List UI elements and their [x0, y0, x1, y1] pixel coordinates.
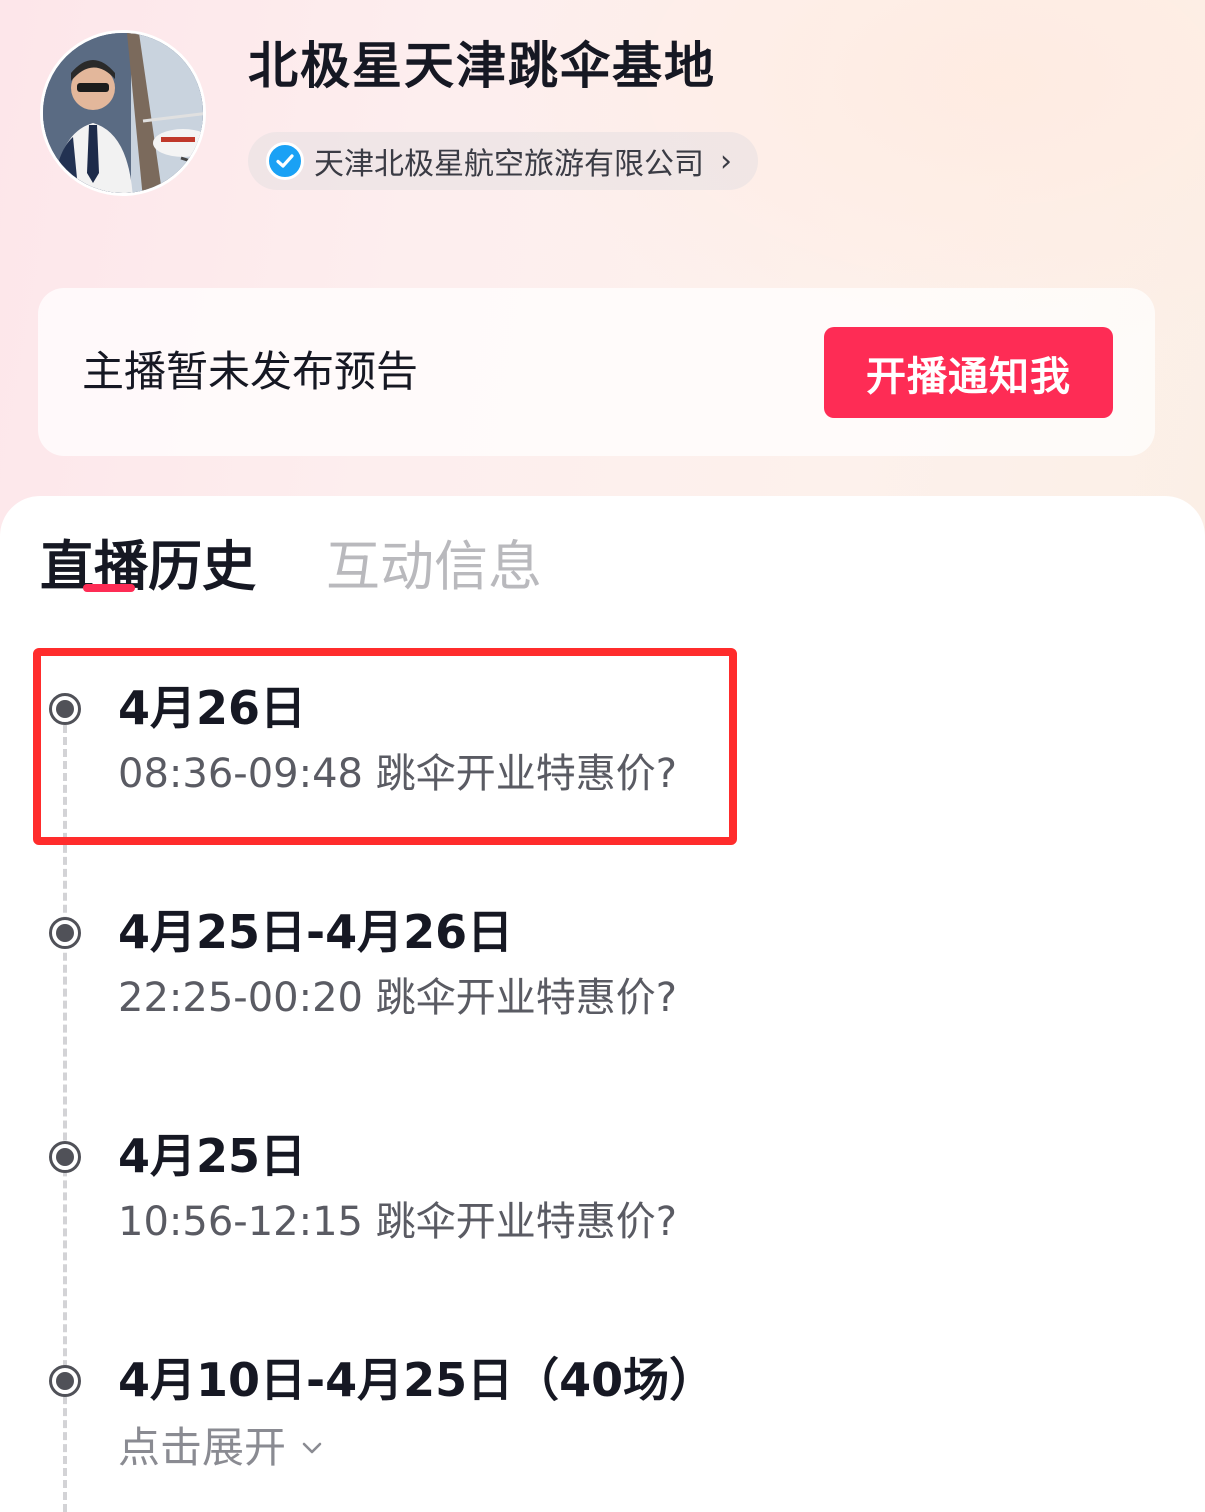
- tab-interaction-info[interactable]: 互动信息: [326, 532, 542, 602]
- notice-text: 主播暂未发布预告: [82, 347, 419, 396]
- org-link[interactable]: 天津北极星航空旅游有限公司 ›: [248, 132, 758, 190]
- highlight-annotation-box: [33, 648, 737, 845]
- timeline-dot-icon: [49, 1365, 81, 1397]
- tab-live-history[interactable]: 直播历史: [40, 532, 256, 602]
- history-desc: 10:56-12:15 跳伞开业特惠价?: [118, 1199, 677, 1245]
- history-date: 4月25日-4月26日: [118, 905, 514, 959]
- chevron-down-icon: [302, 1442, 322, 1454]
- history-date: 4月25日: [118, 1129, 307, 1183]
- timeline-dot-icon: [49, 1141, 81, 1173]
- profile-title: 北极星天津跳伞基地: [248, 37, 716, 95]
- expand-link[interactable]: 点击展开: [118, 1420, 324, 1476]
- history-desc: 22:25-00:20 跳伞开业特惠价?: [118, 975, 677, 1021]
- live-notice-card: 主播暂未发布预告 开播通知我: [38, 288, 1155, 456]
- verified-check-icon: [266, 142, 304, 180]
- avatar-image: [43, 33, 203, 193]
- timeline-dot-icon: [49, 917, 81, 949]
- org-name: 天津北极星航空旅游有限公司: [314, 147, 704, 182]
- expand-label: 点击展开: [118, 1423, 287, 1472]
- active-tab-indicator: [83, 584, 135, 592]
- avatar[interactable]: [40, 30, 206, 196]
- history-date: 4月10日-4月25日（40场）: [118, 1353, 716, 1407]
- chevron-right-icon: ›: [720, 143, 732, 179]
- notify-me-button[interactable]: 开播通知我: [824, 327, 1113, 418]
